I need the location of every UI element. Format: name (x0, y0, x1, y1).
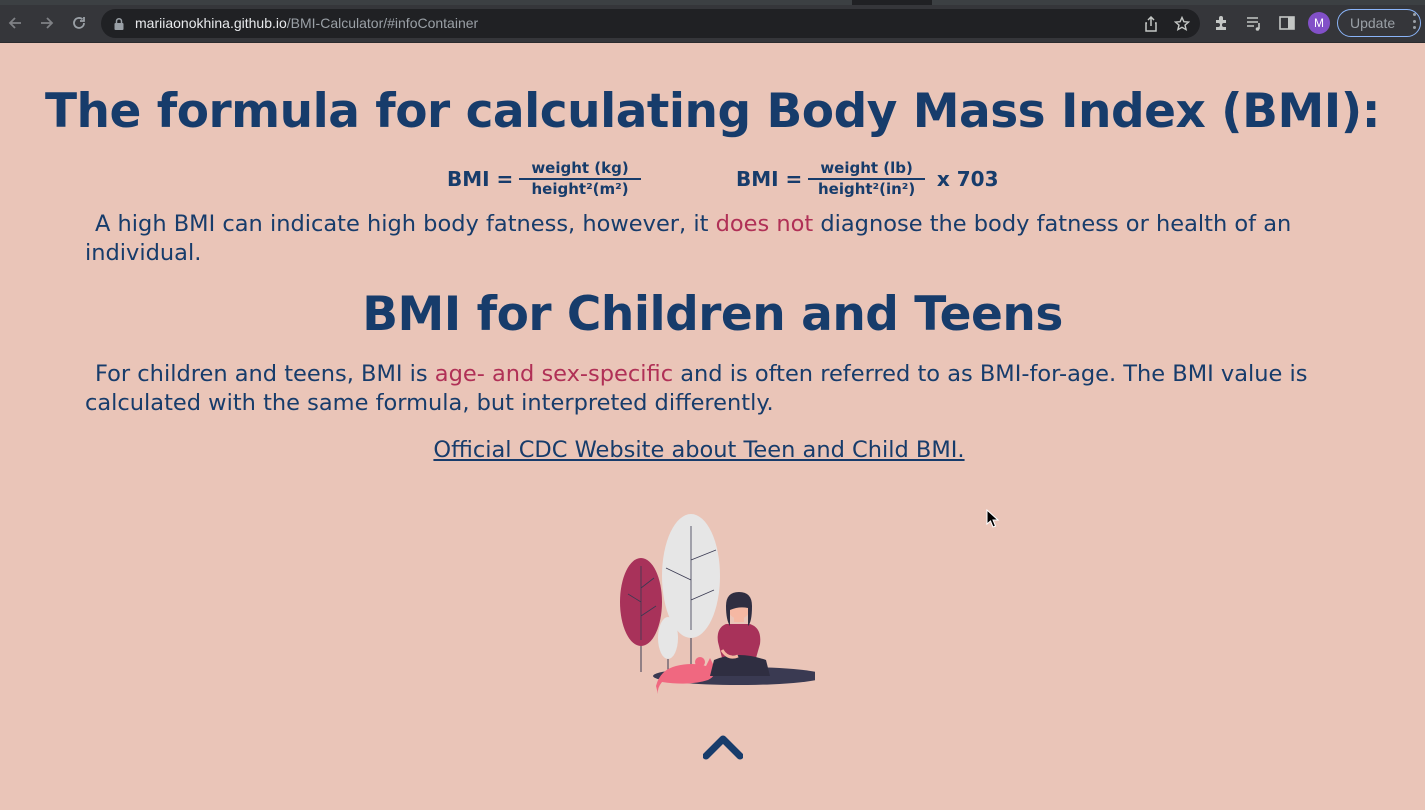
back-button[interactable] (3, 11, 27, 35)
url-text[interactable]: mariiaonokhina.github.io/BMI-Calculator/… (135, 15, 478, 31)
reload-button[interactable] (67, 11, 91, 35)
address-bar[interactable]: mariiaonokhina.github.io/BMI-Calculator/… (101, 9, 1200, 38)
formula-imperial-multiplier: x 703 (936, 167, 999, 191)
paragraph2-before: For children and teens, BMI is (95, 361, 435, 387)
url-path: /BMI-Calculator/#infoContainer (286, 15, 479, 31)
star-icon[interactable] (1174, 16, 1190, 32)
formula-metric-fraction: weight (kg) height²(m²) (519, 159, 641, 199)
url-host: mariiaonokhina.github.io (135, 15, 287, 31)
formula-imperial-fraction: weight (lb) height²(in²) (808, 159, 925, 199)
paragraph1-highlight: does not (715, 211, 814, 237)
woman-with-cat-and-plants-illustration (620, 514, 815, 694)
update-label: Update (1350, 15, 1396, 31)
share-icon[interactable] (1143, 16, 1159, 32)
formula-imperial-lhs: BMI = (736, 167, 803, 191)
section-subtitle: BMI for Children and Teens (362, 287, 1063, 342)
formula-metric: BMI = weight (kg) height²(m²) (447, 157, 641, 201)
lock-icon[interactable] (113, 17, 125, 31)
arrow-left-icon (8, 17, 21, 29)
paragraph1-before: A high BMI can indicate high body fatnes… (95, 211, 716, 237)
browser-toolbar: mariiaonokhina.github.io/BMI-Calculator/… (0, 5, 1425, 43)
paragraph2-highlight: age- and sex-specific (434, 361, 674, 387)
arrow-right-icon (41, 17, 54, 29)
formula-metric-numerator: weight (kg) (519, 159, 641, 180)
reload-icon (73, 17, 85, 29)
formula-metric-denominator: height²(m²) (531, 180, 629, 198)
formula-imperial: BMI = weight (lb) height²(in²) x 703 (736, 157, 999, 201)
chevron-up-icon[interactable] (703, 732, 743, 760)
puzzle-icon[interactable] (1213, 14, 1231, 32)
playlist-icon[interactable] (1245, 14, 1263, 32)
children-info-paragraph: For children and teens, BMI is age- and … (85, 360, 1345, 418)
forward-button[interactable] (35, 11, 59, 35)
formula-metric-lhs: BMI = (447, 167, 514, 191)
formula-imperial-numerator: weight (lb) (808, 159, 925, 180)
update-button[interactable]: Update (1337, 9, 1421, 37)
kebab-menu-icon[interactable] (1411, 13, 1417, 29)
mouse-cursor-icon (986, 509, 1000, 528)
page-title: The formula for calculating Body Mass In… (45, 84, 1381, 139)
profile-avatar[interactable]: M (1308, 12, 1330, 34)
bmi-info-paragraph: A high BMI can indicate high body fatnes… (85, 210, 1345, 268)
side-panel-icon[interactable] (1278, 14, 1296, 32)
cdc-link[interactable]: Official CDC Website about Teen and Chil… (0, 437, 1398, 463)
formula-imperial-denominator: height²(in²) (817, 180, 916, 198)
